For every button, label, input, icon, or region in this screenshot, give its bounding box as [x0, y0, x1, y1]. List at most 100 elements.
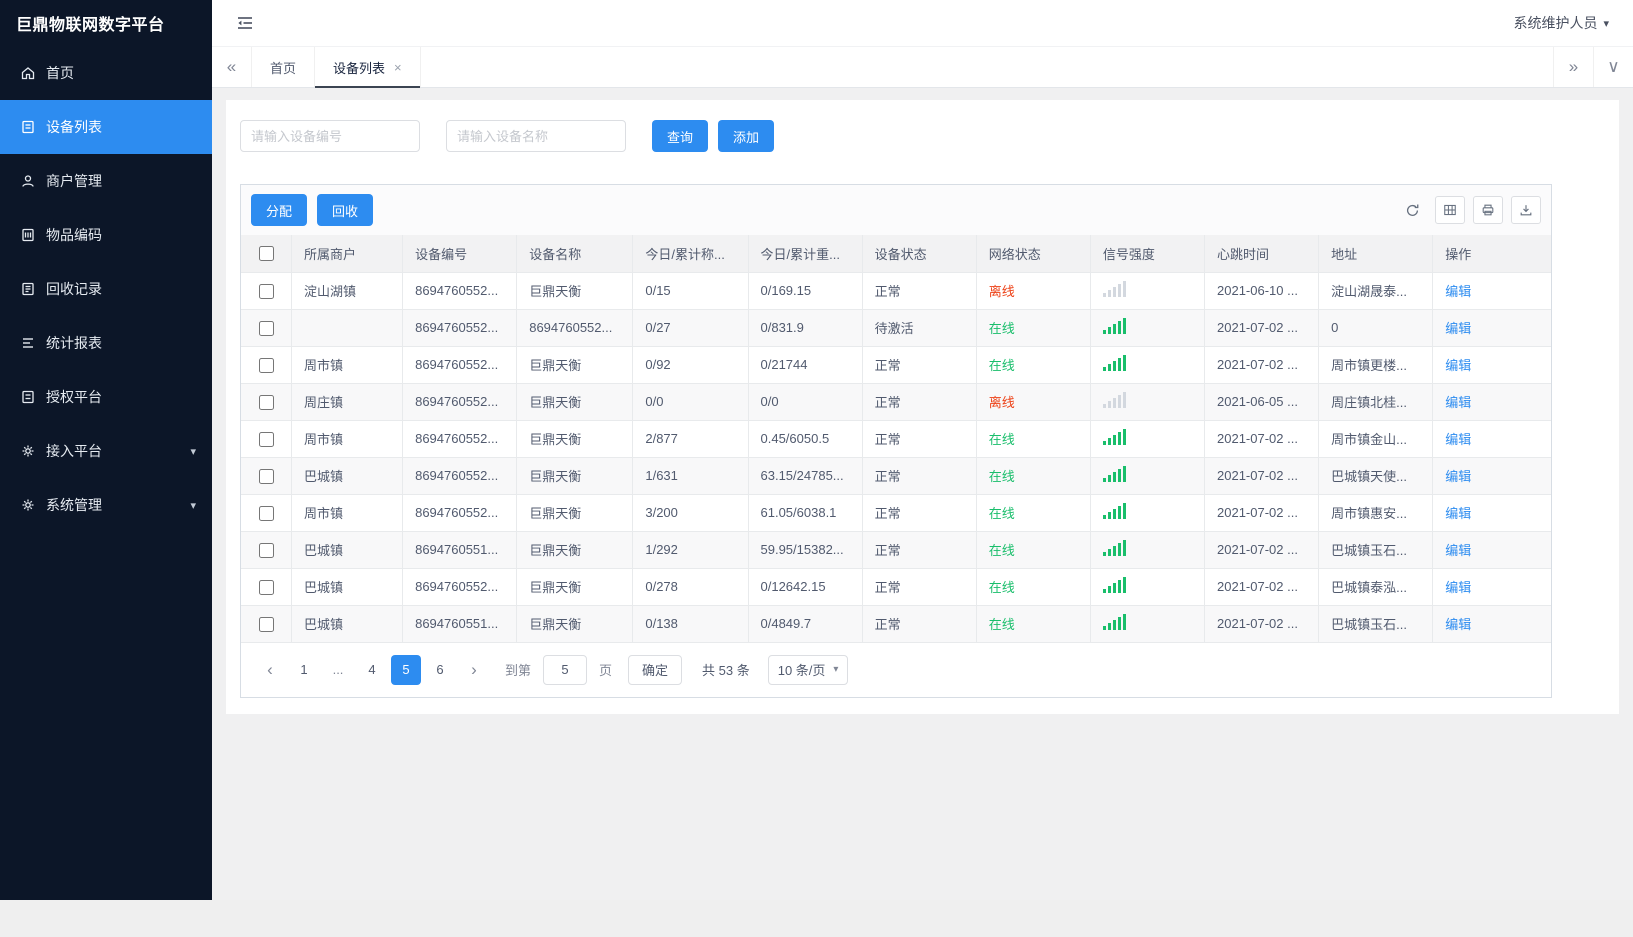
device-no-cell: 8694760552... — [402, 383, 518, 421]
add-button[interactable]: 添加 — [718, 120, 775, 152]
column-header: 今日/累计重... — [748, 235, 863, 273]
tab-list-dropdown-icon[interactable]: ∨ — [1593, 47, 1633, 87]
table-row: 周市镇 8694760552... 巨鼎天衡 3/200 61.05/6038.1 正常在… — [241, 494, 1551, 532]
sidebar-fold-icon[interactable] — [236, 15, 254, 31]
user-menu[interactable]: 系统维护人员 ▾ — [1513, 13, 1609, 33]
tab-scroll-right-icon[interactable]: » — [1553, 47, 1593, 87]
edit-link[interactable]: 编辑 — [1445, 469, 1471, 484]
confirm-button[interactable]: 确定 — [628, 654, 683, 685]
signal-cell — [1090, 383, 1206, 421]
access-platform-icon — [22, 445, 34, 457]
chevron-down-icon: ▾ — [1603, 17, 1609, 30]
heartbeat-cell: 2021-07-02 ... — [1204, 605, 1320, 643]
device-name-cell: 巨鼎天衡 — [516, 272, 634, 310]
today-weight-cell: 0/4849.7 — [748, 605, 863, 643]
edit-link[interactable]: 编辑 — [1445, 580, 1471, 595]
edit-link[interactable]: 编辑 — [1445, 395, 1471, 410]
row-checkbox[interactable] — [258, 542, 274, 558]
page-size-select[interactable]: 10 条/页 ▾ — [767, 654, 849, 685]
signal-cell — [1090, 272, 1206, 310]
select-all-checkbox[interactable] — [258, 246, 274, 262]
operation-cell: 编辑 — [1432, 309, 1551, 347]
close-icon[interactable]: × — [394, 60, 402, 75]
edit-link[interactable]: 编辑 — [1445, 358, 1471, 373]
export-icon[interactable] — [1511, 196, 1541, 224]
table-row: 巴城镇 8694760552... 巨鼎天衡 1/631 63.15/24785... 正… — [241, 457, 1551, 495]
sidebar-item-auth-platform[interactable]: 授权平台 — [0, 370, 212, 424]
signal-strength-icon — [1102, 429, 1126, 445]
page-button[interactable]: 6 — [425, 655, 455, 685]
next-page-button[interactable]: › — [459, 655, 489, 685]
device-no-input[interactable] — [240, 120, 420, 152]
column-header: 信号强度 — [1090, 235, 1206, 273]
network-status-cell: 在线 — [976, 346, 1091, 384]
row-checkbox[interactable] — [258, 357, 274, 373]
tab-device-list[interactable]: 设备列表 × — [315, 47, 421, 88]
row-checkbox[interactable] — [258, 616, 274, 632]
tab-scroll-left-icon[interactable]: « — [212, 47, 252, 87]
device-name-cell: 巨鼎天衡 — [516, 383, 634, 421]
heartbeat-cell: 2021-07-02 ... — [1204, 346, 1320, 384]
merchant-cell — [291, 309, 404, 347]
operation-cell: 编辑 — [1432, 420, 1551, 458]
network-status-badge: 在线 — [988, 543, 1015, 558]
edit-link[interactable]: 编辑 — [1445, 543, 1471, 558]
sidebar-item-label: 回收记录 — [46, 281, 102, 297]
signal-strength-icon — [1102, 466, 1126, 482]
sidebar-item-merchant[interactable]: 商户管理 — [0, 154, 212, 208]
edit-link[interactable]: 编辑 — [1445, 321, 1471, 336]
device-status-cell: 正常 — [862, 420, 977, 458]
page-button[interactable]: 1 — [289, 655, 319, 685]
row-select-cell — [241, 420, 292, 458]
edit-link[interactable]: 编辑 — [1445, 432, 1471, 447]
edit-link[interactable]: 编辑 — [1445, 617, 1471, 632]
page-size-value: 10 条/页 — [777, 663, 826, 678]
query-button[interactable]: 查询 — [652, 120, 709, 152]
today-count-cell: 2/877 — [632, 420, 749, 458]
network-status-cell: 在线 — [976, 531, 1091, 569]
tab-home[interactable]: 首页 — [252, 47, 316, 87]
row-checkbox[interactable] — [258, 320, 274, 336]
edit-link[interactable]: 编辑 — [1445, 284, 1471, 299]
today-count-cell: 0/15 — [632, 272, 749, 310]
sidebar-item-access-platform[interactable]: 接入平台 ▾ — [0, 424, 212, 478]
sidebar-item-item-code[interactable]: 物品编码 — [0, 208, 212, 262]
sidebar-item-system-manage[interactable]: 系统管理 ▾ — [0, 478, 212, 532]
row-checkbox[interactable] — [258, 579, 274, 595]
jump-prefix-label: 到第 — [505, 663, 532, 678]
row-checkbox[interactable] — [258, 431, 274, 447]
page-jump-input[interactable] — [543, 654, 588, 685]
sidebar-item-report[interactable]: 统计报表 — [0, 316, 212, 370]
device-name-cell: 巨鼎天衡 — [516, 346, 634, 384]
print-icon[interactable] — [1473, 196, 1503, 224]
device-table-body: 淀山湖镇 8694760552... 巨鼎天衡 0/15 0/169.15 正常 离线 202… — [241, 272, 1551, 643]
device-status-cell: 正常 — [862, 272, 977, 310]
device-no-cell: 8694760552... — [402, 272, 518, 310]
prev-page-button[interactable]: ‹ — [255, 655, 285, 685]
edit-link[interactable]: 编辑 — [1445, 506, 1471, 521]
device-name-cell: 8694760552... — [516, 309, 634, 347]
page-button[interactable]: 5 — [391, 654, 421, 685]
today-weight-cell: 0/0 — [748, 383, 863, 421]
heartbeat-cell: 2021-06-05 ... — [1204, 383, 1320, 421]
device-table: 所属商户 设备编号 设备名称 今日/累计称... 今日/累计重... 设备状态 网络状态 信号… — [241, 235, 1551, 643]
row-checkbox[interactable] — [258, 468, 274, 484]
sidebar-item-recycle-record[interactable]: 回收记录 — [0, 262, 212, 316]
assign-button[interactable]: 分配 — [251, 194, 308, 226]
sidebar-item-device-list[interactable]: 设备列表 — [0, 100, 212, 154]
operation-cell: 编辑 — [1432, 272, 1551, 310]
refresh-icon[interactable] — [1397, 196, 1427, 224]
row-checkbox[interactable] — [258, 505, 274, 521]
network-status-badge: 在线 — [988, 321, 1015, 336]
page-button[interactable]: 4 — [357, 655, 387, 685]
recycle-button[interactable]: 回收 — [317, 194, 374, 226]
sidebar-item-home[interactable]: 首页 — [0, 46, 212, 100]
column-settings-icon[interactable] — [1435, 196, 1465, 224]
merchant-cell: 巴城镇 — [291, 605, 404, 643]
app-title: 巨鼎物联网数字平台 — [16, 17, 165, 34]
row-select-cell — [241, 309, 292, 347]
device-name-input[interactable] — [446, 120, 626, 152]
row-checkbox[interactable] — [258, 283, 274, 299]
row-checkbox[interactable] — [258, 394, 274, 410]
today-weight-cell: 59.95/15382... — [748, 531, 863, 569]
